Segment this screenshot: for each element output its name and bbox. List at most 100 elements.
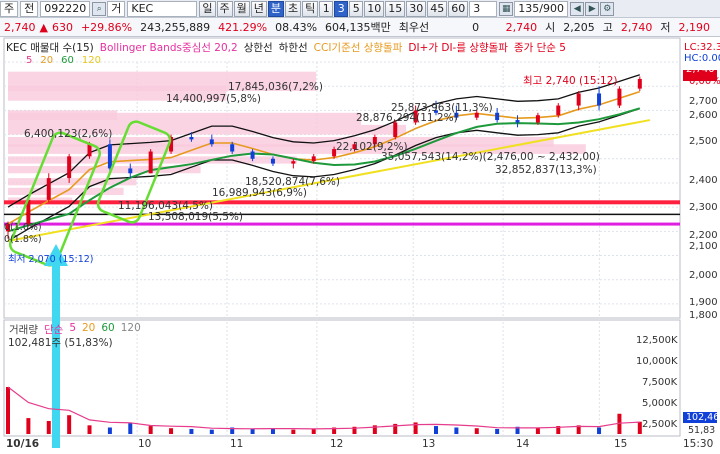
price-axis-label: 2,600 — [689, 110, 718, 121]
volume-bar — [128, 423, 133, 434]
legend-cci[interactable]: CCI기준선 상향돌파 — [312, 40, 407, 55]
volume-profile-label: 32,852,837(13,3%) — [495, 164, 597, 176]
volume-profile-label: 6,400,123(2,6%) — [24, 128, 113, 140]
candle-body — [637, 78, 642, 89]
price-axis-label: 2,300 — [689, 202, 718, 213]
price-axis-label: 2,400 — [689, 175, 718, 186]
volume-bar — [250, 428, 255, 434]
support-line-red — [4, 200, 680, 205]
candle-body — [87, 144, 92, 157]
price-axis-label: 2,700 — [689, 96, 718, 107]
candle-body — [393, 122, 398, 137]
time-axis-label: 10/16 — [6, 438, 40, 450]
candle-body — [515, 120, 520, 123]
time-axis-label: 14 — [516, 438, 530, 450]
volume-bar — [169, 428, 174, 434]
low-annotation: 최저 2,070 (15:12) — [8, 254, 94, 265]
volume-profile-label: 16,989,943(6,9%) — [212, 187, 307, 199]
ma-legend-item[interactable]: 120 — [78, 55, 105, 66]
high-annotation: 최고 2,740 (15:12) — [523, 75, 618, 87]
volume-profile-label: 22,102(9,2%) — [336, 141, 408, 153]
volume-bar — [67, 415, 72, 434]
price-axis-label: 2,740 — [686, 64, 715, 75]
candle-body — [209, 139, 214, 145]
legend-close[interactable]: 종가 단순 5 — [512, 40, 570, 55]
volume-bar — [26, 418, 31, 434]
volume-bar — [148, 426, 153, 434]
price-axis-label: 0,00% — [689, 76, 720, 87]
hc-label: HC:0.00 — [684, 53, 720, 64]
volume-bar — [6, 387, 10, 434]
ma-legend-item[interactable]: 5 — [22, 55, 36, 66]
ma-legend-item[interactable]: 20 — [36, 55, 57, 66]
time-axis-label: 15:30 — [683, 438, 714, 450]
candle-body — [189, 136, 194, 140]
indicator-legend: KEC 매물대 수(15) Bollinger Bands중심선 20,2 상한… — [4, 40, 570, 55]
volume-axis-label: 12,500K — [636, 335, 678, 346]
time-axis-label: 12 — [330, 438, 344, 450]
legend-upper[interactable]: 상한선 — [242, 40, 277, 55]
volume-bar — [474, 428, 479, 434]
volume-axis-label: 2,500K — [642, 419, 678, 430]
candle-body — [148, 151, 153, 174]
candle-body — [311, 156, 316, 162]
candle-body — [576, 93, 581, 106]
candle-body — [128, 168, 133, 174]
price-axis-label: 1,900 — [689, 297, 718, 308]
time-axis-label: 10 — [138, 438, 152, 450]
volume-bar — [434, 426, 438, 434]
volume-bar — [87, 425, 92, 434]
volume-axis-label: 5,000K — [642, 398, 678, 409]
volume-profile-label: 17,845,036(7,2%) — [228, 81, 323, 93]
volume-pct-label: 51,83 — [688, 425, 716, 436]
volume-current-label: 102,46 — [686, 412, 720, 423]
legend-title[interactable]: KEC 매물대 수(15) — [4, 40, 98, 55]
volume-bar — [209, 429, 214, 434]
volume-legend-item[interactable]: 120 — [118, 322, 144, 337]
arrow-shaft — [52, 262, 60, 448]
volume-axis-label: 10,000K — [636, 356, 678, 367]
price-axis-label: 2,100 — [689, 241, 718, 252]
volume-readout: 102,481주 (51,83%) — [8, 337, 113, 349]
candle-body — [597, 93, 602, 106]
volume-bar — [291, 429, 296, 434]
volume-bar — [597, 427, 602, 434]
volume-profile-label: 35,057,543(14,2%)(2,476,00 ~ 2,432,00) — [381, 151, 600, 163]
candle-body — [107, 144, 112, 169]
price-chart[interactable] — [0, 0, 720, 454]
price-axis-label: 2,200 — [689, 230, 718, 241]
volume-bar — [46, 420, 51, 434]
candle-body — [556, 105, 561, 116]
candle-body — [535, 115, 540, 123]
price-axis-label: 2,000 — [689, 270, 718, 281]
legend-bollinger[interactable]: Bollinger Bands중심선 20,2 — [98, 40, 242, 55]
candle-body — [617, 88, 622, 106]
time-axis-label: 15 — [614, 438, 628, 450]
legend-lower[interactable]: 하한선 — [277, 40, 312, 55]
candle-body — [291, 161, 296, 164]
candle-body — [67, 156, 72, 179]
volume-axis-label: 7,500K — [642, 377, 678, 388]
legend-di[interactable]: DI+가 DI-를 상향돌파 — [406, 40, 512, 55]
left-mark-1: 0(1.0%) — [4, 222, 42, 233]
volume-bar — [189, 428, 194, 434]
volume-bar — [107, 427, 112, 434]
candle-body — [230, 144, 235, 152]
candle-body — [495, 112, 500, 121]
candle-body — [270, 158, 275, 164]
volume-profile-label: 13,508,019(5,5%) — [148, 211, 243, 223]
volume-profile-bar — [8, 112, 362, 125]
lc-label: LC:32.3 — [684, 42, 720, 53]
ma-legend-item[interactable]: 60 — [57, 55, 78, 66]
volume-bar — [311, 428, 316, 434]
volume-bar — [454, 427, 459, 434]
ma-legend: 5 20 60 120 — [22, 55, 105, 66]
candle-body — [46, 178, 51, 200]
volume-ma5-line — [7, 386, 640, 430]
price-axis-label: 2,500 — [689, 136, 718, 147]
time-axis-label: 11 — [230, 438, 244, 450]
volume-profile-label: 14,400,997(5,8%) — [166, 93, 261, 105]
volume-profile-label: 25,873,963(11,3%) — [391, 102, 493, 114]
time-axis-label: 13 — [422, 438, 436, 450]
volume-bar — [495, 428, 500, 434]
